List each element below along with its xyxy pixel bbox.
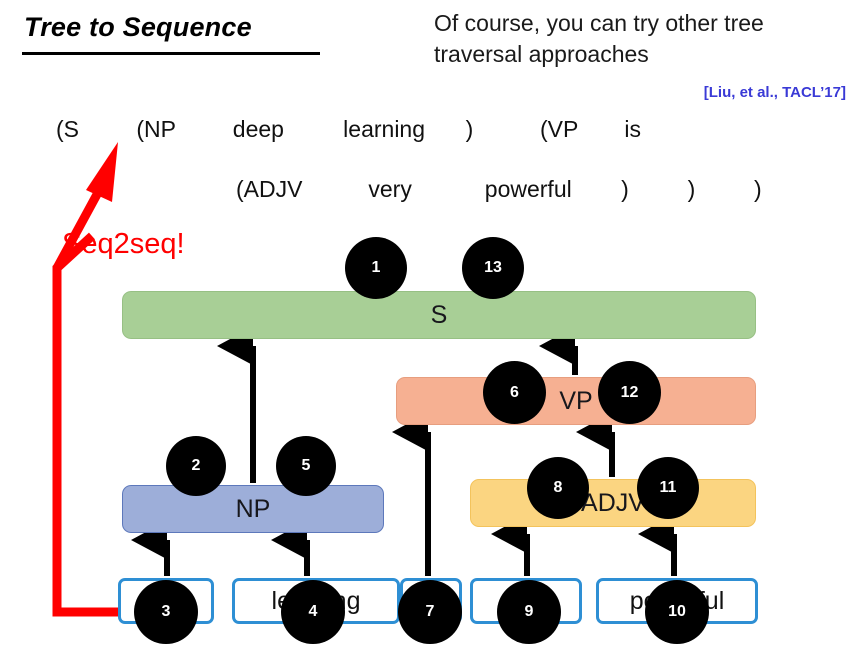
- seq-token: (ADJV: [236, 176, 303, 202]
- seq-token: ): [753, 176, 762, 202]
- seq-token: powerful: [484, 176, 572, 202]
- seq-token: (NP: [136, 116, 177, 142]
- constituent-bar-adjv: ADJV: [470, 479, 756, 527]
- constituent-bar-np: NP: [122, 485, 384, 533]
- seq-token: learning: [343, 116, 426, 142]
- step-marker-3: 3: [134, 580, 198, 644]
- step-marker-2: 2: [166, 436, 226, 496]
- citation-reference: [Liu, et al., TACL’17]: [703, 84, 846, 101]
- seq-token: is: [624, 116, 641, 142]
- step-marker-7: 7: [398, 580, 462, 644]
- slide-canvas: Tree to Sequence Of course, you can try …: [0, 0, 860, 658]
- sequence-row-top: (S (NP deep learning ) (VP is: [56, 116, 684, 143]
- seq-token: deep: [232, 116, 284, 142]
- step-marker-8: 8: [527, 457, 589, 519]
- page-title: Tree to Sequence: [24, 12, 252, 42]
- step-marker-9: 9: [497, 580, 561, 644]
- seq-token: ): [621, 176, 629, 202]
- seq-token: (S: [56, 116, 79, 142]
- constituent-bar-vp: VP: [396, 377, 756, 425]
- title-underline: [22, 52, 320, 55]
- note-text: Of course, you can try other tree traver…: [434, 10, 764, 67]
- step-marker-4: 4: [281, 580, 345, 644]
- step-marker-11: 11: [637, 457, 699, 519]
- constituent-bar-s: S: [122, 291, 756, 339]
- step-marker-6: 6: [483, 361, 546, 424]
- step-marker-12: 12: [598, 361, 661, 424]
- step-marker-13: 13: [462, 237, 524, 299]
- seq2seq-label: Seq2seq!: [62, 228, 185, 260]
- seq-token: ): [687, 176, 696, 202]
- step-marker-10: 10: [645, 580, 709, 644]
- seq-token: (VP: [539, 116, 579, 142]
- step-marker-1: 1: [345, 237, 407, 299]
- seq-token: very: [368, 176, 412, 202]
- seq-token: ): [465, 116, 474, 142]
- sequence-row-bottom: (ADJV very powerful ) ) ): [236, 176, 794, 203]
- step-marker-5: 5: [276, 436, 336, 496]
